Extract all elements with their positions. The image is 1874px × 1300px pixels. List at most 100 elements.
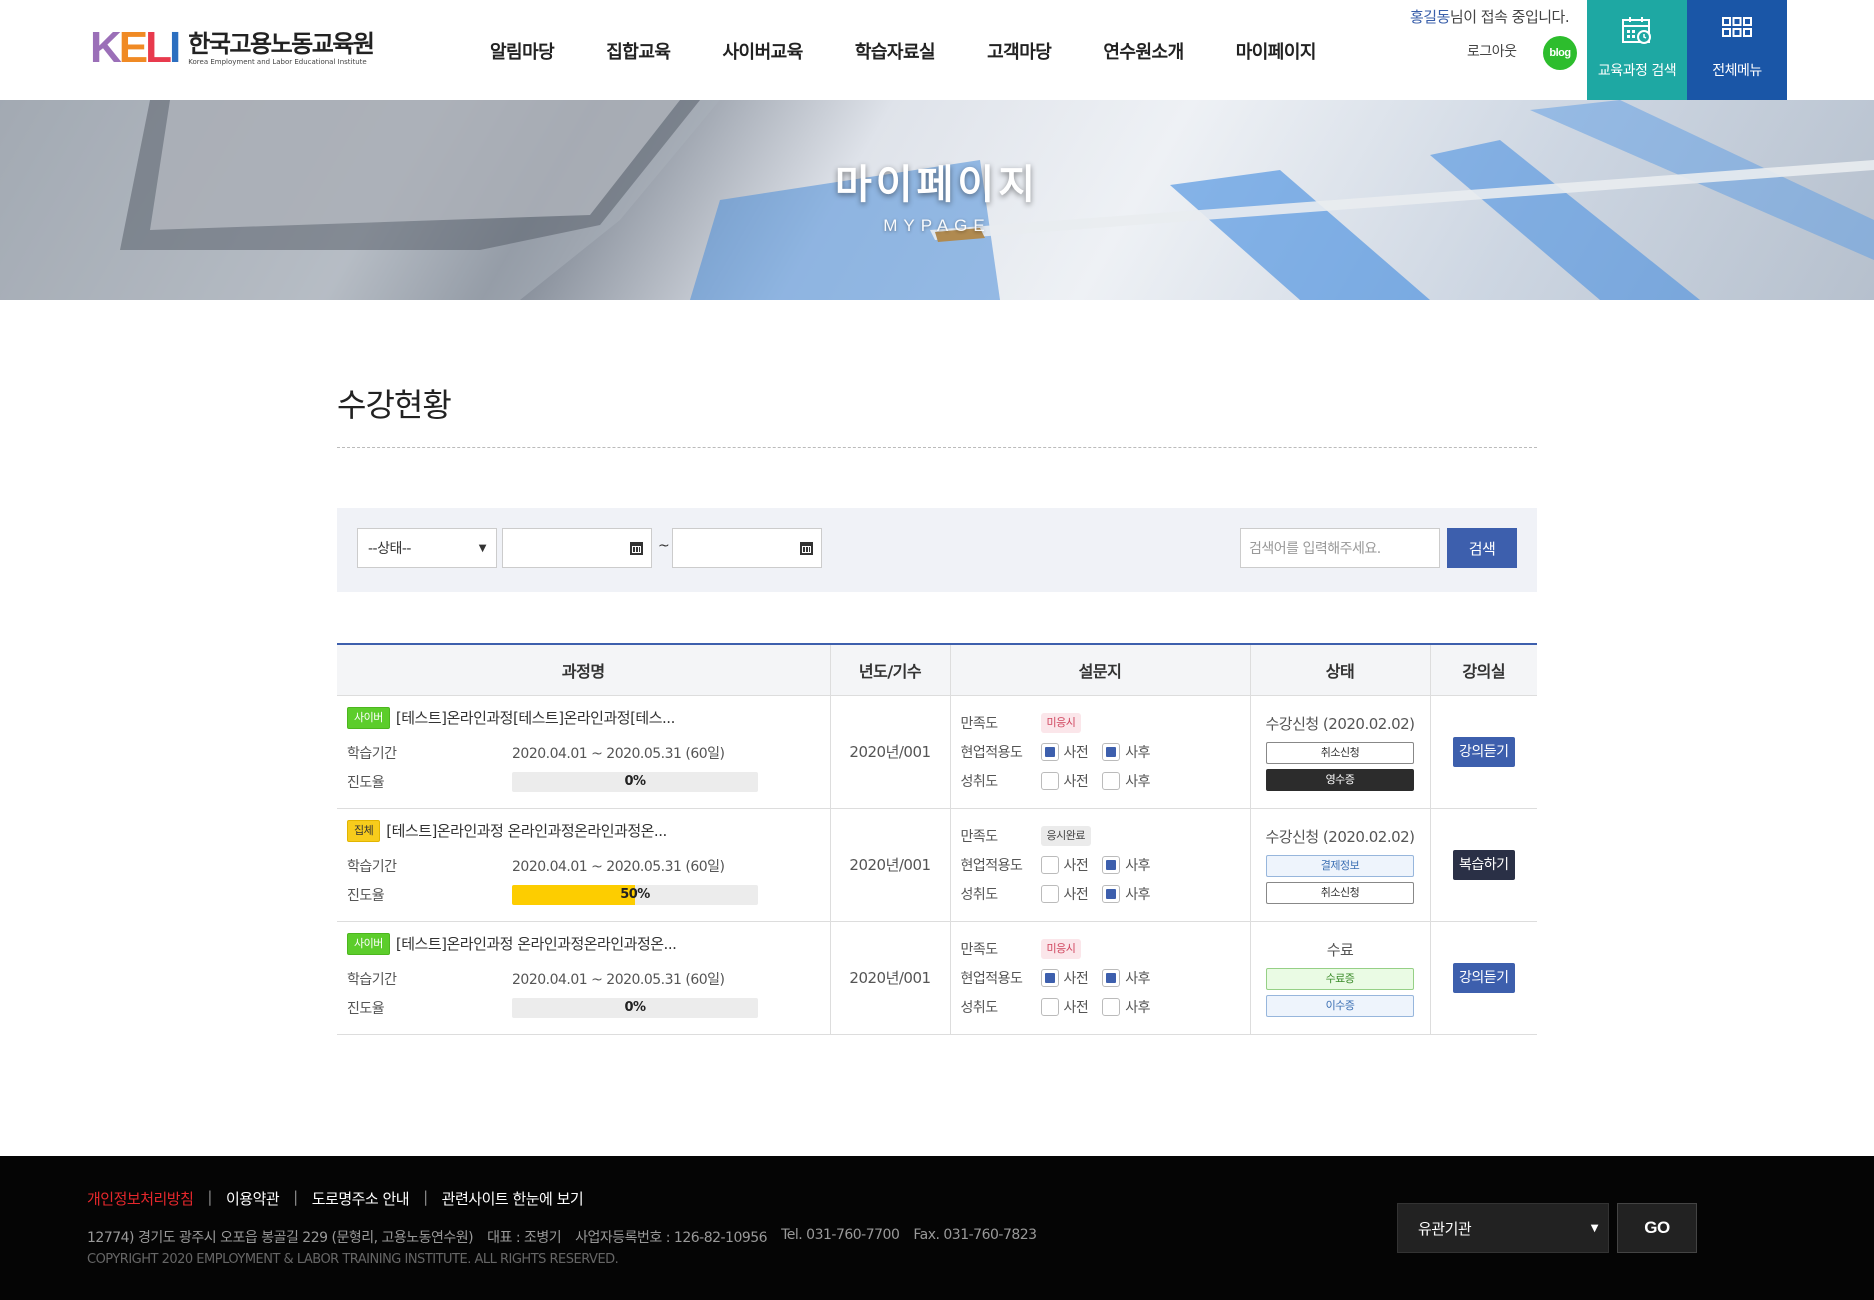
family-site-go-button[interactable]: GO [1617, 1203, 1697, 1253]
applicability-label: 현업적용도 [960, 744, 1023, 761]
calendar-icon[interactable] [630, 542, 643, 555]
status-action-button[interactable]: 영수증 [1266, 768, 1414, 791]
status-select[interactable]: --상태-- ▼ [357, 528, 497, 568]
all-menu-button[interactable]: 전체메뉴 [1687, 0, 1787, 100]
status-action-button[interactable]: 이수증 [1266, 994, 1414, 1017]
classroom-button[interactable]: 강의듣기 [1452, 962, 1515, 993]
site-logo[interactable]: KELI 한국고용노동교육원 Korea Employment and Labo… [90, 23, 375, 72]
course-title[interactable]: 집체 [테스트]온라인과정 온라인과정온라인과정온... [347, 819, 820, 842]
period-label: 학습기간 [347, 972, 397, 988]
calendar-clock-icon [1622, 17, 1651, 44]
course-name[interactable]: [테스트]온라인과정 온라인과정온라인과정온... [396, 933, 677, 954]
achievement-pre-check[interactable]: 사전 [1040, 997, 1089, 1017]
year-term-cell: 2020년/001 [829, 808, 950, 922]
logout-link[interactable]: 로그아웃 [1467, 41, 1517, 61]
course-title[interactable]: 사이버 [테스트]온라인과정 온라인과정온라인과정온... [347, 932, 820, 955]
search-filter-bar: --상태-- ▼ ~ 검색어를 입력해주세요. 검색 [337, 508, 1537, 592]
achievement-post-check[interactable]: 사후 [1102, 884, 1151, 904]
period-label: 학습기간 [347, 859, 397, 875]
status-cell: 수료 수료증 이수증 [1249, 921, 1430, 1035]
checkbox [1102, 997, 1121, 1016]
footer-link-privacy[interactable]: 개인정보처리방침 [87, 1188, 194, 1209]
search-button[interactable]: 검색 [1447, 528, 1517, 568]
status-action-button[interactable]: 취소신청 [1266, 741, 1414, 764]
nav-item-notice[interactable]: 알림마당 [490, 38, 555, 64]
achievement-label: 성취도 [960, 886, 999, 903]
classroom-cell: 강의듣기 [1429, 921, 1537, 1035]
satisfaction-status-badge[interactable]: 미응시 [1040, 712, 1082, 733]
applicability-label: 현업적용도 [960, 857, 1023, 874]
checkbox [1102, 771, 1121, 790]
table-row: 사이버 [테스트]온라인과정[테스트]온라인과정[테스... 학습기간 2020.04… [337, 695, 1537, 809]
course-name[interactable]: [테스트]온라인과정[테스트]온라인과정[테스... [396, 707, 675, 728]
checkbox [1102, 855, 1121, 874]
col-header-classroom: 강의실 [1429, 643, 1537, 696]
applicability-post-check[interactable]: 사후 [1102, 742, 1151, 762]
enrollment-table: 과정명 년도/기수 설문지 상태 강의실 사이버 [테스트]온라인과정[테스트]온… [337, 643, 1537, 1035]
logo-english-name: Korea Employment and Labor Educational I… [188, 57, 367, 66]
family-site-select[interactable]: 유관기관 ▼ [1397, 1203, 1609, 1253]
nav-item-cyber-education[interactable]: 사이버교육 [723, 38, 804, 64]
checkbox [1040, 742, 1059, 761]
course-cell: 사이버 [테스트]온라인과정[테스트]온라인과정[테스... 학습기간 2020.04… [337, 695, 830, 809]
status-action-button[interactable]: 취소신청 [1266, 881, 1414, 904]
achievement-post-check[interactable]: 사후 [1102, 771, 1151, 791]
applicability-pre-check[interactable]: 사전 [1040, 855, 1089, 875]
nav-item-learning-materials[interactable]: 학습자료실 [855, 38, 936, 64]
progress-percent: 50% [620, 887, 650, 902]
satisfaction-status-badge[interactable]: 응시완료 [1040, 825, 1091, 846]
blog-button[interactable]: blog [1543, 36, 1577, 70]
classroom-button[interactable]: 강의듣기 [1452, 736, 1515, 767]
status-action-button[interactable]: 결제정보 [1266, 854, 1414, 877]
classroom-button[interactable]: 복습하기 [1452, 849, 1515, 880]
checkbox [1102, 742, 1121, 761]
status-action-button[interactable]: 수료증 [1266, 967, 1414, 990]
progress-percent: 0% [624, 774, 646, 789]
user-name: 홍길동 [1410, 8, 1450, 26]
survey-cell: 만족도 미응시 현업적용도 사전 사후 성취도 사전 사후 [949, 921, 1250, 1035]
achievement-post-check[interactable]: 사후 [1102, 997, 1151, 1017]
nav-item-group-education[interactable]: 집합교육 [606, 38, 671, 64]
chevron-down-icon: ▼ [478, 542, 487, 554]
start-date-input[interactable] [502, 528, 652, 568]
nav-item-about[interactable]: 연수원소개 [1103, 38, 1184, 64]
applicability-label: 현업적용도 [960, 970, 1023, 987]
grid-menu-icon [1722, 17, 1752, 37]
course-title[interactable]: 사이버 [테스트]온라인과정[테스트]온라인과정[테스... [347, 706, 820, 729]
period-label: 학습기간 [347, 746, 397, 762]
calendar-icon[interactable] [800, 542, 813, 555]
nav-item-mypage[interactable]: 마이페이지 [1236, 38, 1317, 64]
col-header-status: 상태 [1249, 643, 1430, 696]
achievement-label: 성취도 [960, 773, 999, 790]
logo-mark: KELI [90, 23, 181, 72]
col-header-survey: 설문지 [949, 643, 1250, 696]
footer-link-terms[interactable]: 이용약관 [226, 1188, 280, 1209]
table-header-row: 과정명 년도/기수 설문지 상태 강의실 [337, 643, 1537, 696]
applicability-post-check[interactable]: 사후 [1102, 968, 1151, 988]
title-divider [337, 447, 1537, 448]
date-range-separator: ~ [658, 538, 670, 554]
footer-link-related-sites[interactable]: 관련사이트 한눈에 보기 [442, 1188, 584, 1209]
nav-item-customer[interactable]: 고객마당 [987, 38, 1052, 64]
survey-cell: 만족도 미응시 현업적용도 사전 사후 성취도 사전 사후 [949, 695, 1250, 809]
status-cell: 수강신청 (2020.02.02) 취소신청 영수증 [1249, 695, 1430, 809]
course-search-button[interactable]: 교육과정 검색 [1587, 0, 1687, 100]
period-value: 2020.04.01 ~ 2020.05.31 (60일) [512, 972, 725, 988]
end-date-input[interactable] [672, 528, 822, 568]
progress-bar: 0% [512, 998, 758, 1018]
applicability-post-check[interactable]: 사후 [1102, 855, 1151, 875]
satisfaction-label: 만족도 [960, 715, 999, 732]
course-name[interactable]: [테스트]온라인과정 온라인과정온라인과정온... [386, 820, 667, 841]
satisfaction-status-badge[interactable]: 미응시 [1040, 938, 1082, 959]
progress-percent: 0% [624, 1000, 646, 1015]
checkbox [1102, 968, 1121, 987]
footer-link-road-address[interactable]: 도로명주소 안내 [312, 1188, 410, 1209]
period-value: 2020.04.01 ~ 2020.05.31 (60일) [512, 859, 725, 875]
all-menu-label: 전체메뉴 [1712, 63, 1762, 79]
progress-label: 진도율 [347, 1001, 385, 1017]
achievement-pre-check[interactable]: 사전 [1040, 884, 1089, 904]
keyword-search-input[interactable]: 검색어를 입력해주세요. [1240, 528, 1440, 568]
applicability-pre-check[interactable]: 사전 [1040, 968, 1089, 988]
achievement-pre-check[interactable]: 사전 [1040, 771, 1089, 791]
applicability-pre-check[interactable]: 사전 [1040, 742, 1089, 762]
